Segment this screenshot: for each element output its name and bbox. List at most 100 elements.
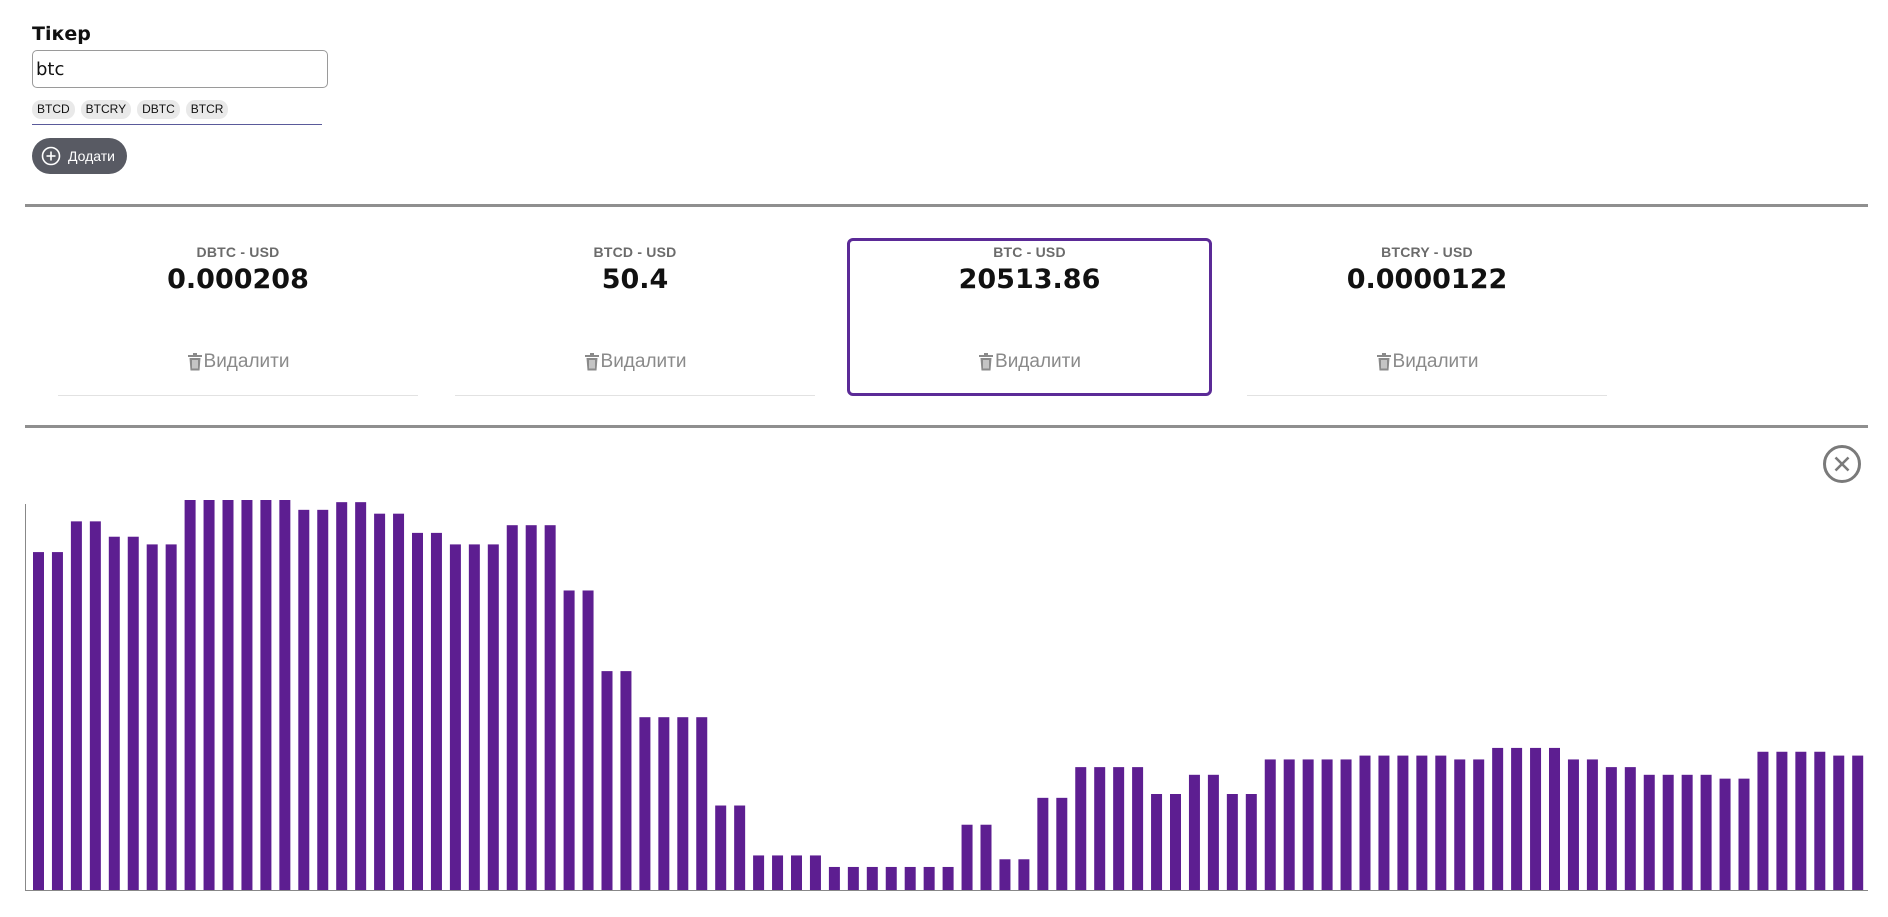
- chart-bar: [658, 717, 670, 890]
- chart-bar: [165, 544, 177, 890]
- chart-bar: [1567, 759, 1579, 890]
- chart-bar: [847, 866, 859, 890]
- chart-bar: [336, 502, 348, 890]
- suggestion-chip[interactable]: BTCD: [32, 100, 75, 119]
- chart-bar: [525, 525, 537, 890]
- chart-bar: [1359, 755, 1371, 890]
- chart-bar: [942, 866, 954, 890]
- chart-bar: [772, 855, 784, 890]
- chart-bar: [1530, 747, 1542, 890]
- ticker-price: 50.4: [601, 264, 669, 295]
- chart-bar: [260, 500, 272, 890]
- chart-bar: [1207, 774, 1219, 890]
- ticker-suggestions: BTCD BTCRY DBTC BTCR: [32, 100, 322, 122]
- chart-bar: [449, 544, 461, 890]
- delete-label: Видалити: [1392, 351, 1479, 372]
- chart-bar: [1795, 751, 1807, 890]
- ticker-pair: BTCRY - USD: [1381, 244, 1473, 260]
- chart-bar: [184, 500, 196, 890]
- chart-bar: [374, 513, 386, 890]
- delete-ticker-button[interactable]: Видалити: [58, 350, 418, 374]
- chart-bar: [1226, 794, 1238, 890]
- ticker-label: Тікер: [32, 23, 91, 45]
- chart-bar: [1018, 859, 1030, 890]
- chart-bar: [468, 544, 480, 890]
- chart-bar: [298, 509, 310, 890]
- ticker-card-btcd[interactable]: BTCD - USD 50.4 Видалити: [455, 238, 815, 396]
- chart-bar: [1605, 767, 1617, 890]
- crypto-ticker-page: Тікер BTCD BTCRY DBTC BTCR Додати DBTC -…: [0, 0, 1888, 917]
- ticker-pair: BTC - USD: [993, 244, 1066, 260]
- add-button-label: Додати: [68, 148, 115, 164]
- delete-ticker-button[interactable]: Видалити: [455, 350, 815, 374]
- chart-bar: [1662, 774, 1674, 890]
- plus-circle-icon: [41, 146, 61, 166]
- delete-ticker-button[interactable]: Видалити: [1247, 350, 1607, 374]
- chart-bar: [1321, 759, 1333, 890]
- chart-bar: [639, 717, 651, 890]
- ticker-input[interactable]: [32, 50, 328, 88]
- chart-bar: [1776, 751, 1788, 890]
- card-underline: [58, 395, 418, 396]
- chart-bar: [1511, 747, 1523, 890]
- chart-bar: [203, 500, 215, 890]
- chart-bar: [487, 544, 499, 890]
- chart-bar: [809, 855, 821, 890]
- section-divider: [25, 204, 1868, 207]
- chart-bar: [108, 536, 120, 890]
- price-chart-svg: [25, 500, 1868, 891]
- chart-bar: [1719, 778, 1731, 890]
- ticker-pair: BTCD - USD: [593, 244, 677, 260]
- chart-bar: [1075, 767, 1087, 890]
- delete-ticker-button[interactable]: Видалити: [850, 350, 1209, 374]
- ticker-price: 0.0000122: [1346, 264, 1508, 295]
- chart-bar: [980, 824, 992, 890]
- chart-bar: [412, 532, 423, 890]
- chart-bar: [1188, 774, 1200, 890]
- card-underline: [1247, 395, 1607, 396]
- chart-bar: [620, 671, 632, 890]
- chart-bar: [393, 513, 405, 890]
- chart-bar: [1056, 797, 1068, 890]
- chart-bar: [734, 805, 746, 890]
- chart-bar: [1700, 774, 1712, 890]
- chart-bar: [1397, 755, 1409, 890]
- chart-bar: [70, 521, 82, 890]
- close-chart-icon[interactable]: [1822, 444, 1862, 484]
- ticker-pair: DBTC - USD: [196, 244, 280, 260]
- chart-bar: [241, 500, 253, 890]
- chart-bar: [1037, 797, 1049, 890]
- chart-bar: [885, 866, 897, 890]
- chart-bar: [127, 536, 139, 890]
- delete-label: Видалити: [995, 351, 1081, 372]
- suggestion-chip[interactable]: BTCR: [185, 100, 229, 119]
- chart-bar: [563, 590, 575, 890]
- trash-icon: [1376, 353, 1391, 371]
- chart-bar: [1283, 759, 1295, 890]
- chart-bar: [1643, 774, 1655, 890]
- ticker-card-btc[interactable]: BTC - USD 20513.86 Видалити: [847, 238, 1212, 396]
- chart-bar: [1416, 755, 1428, 890]
- chart-bar: [753, 855, 765, 890]
- chart-bar: [1170, 794, 1181, 890]
- trash-icon: [187, 353, 202, 371]
- chart-bar: [1586, 759, 1598, 890]
- chart-bar: [1302, 759, 1314, 890]
- chart-bar: [1435, 755, 1447, 890]
- suggestion-chip[interactable]: BTCRY: [80, 100, 132, 119]
- section-divider: [25, 425, 1868, 428]
- chart-bar: [1264, 759, 1276, 890]
- ticker-card-btcry[interactable]: BTCRY - USD 0.0000122 Видалити: [1247, 238, 1607, 396]
- chart-bar: [33, 552, 44, 890]
- chart-bar: [222, 500, 234, 890]
- price-chart: [25, 500, 1868, 892]
- chart-bar: [866, 866, 878, 890]
- suggestion-chip[interactable]: DBTC: [137, 100, 180, 119]
- chart-bar: [1151, 794, 1163, 890]
- chart-bar: [582, 590, 594, 890]
- chart-bar: [430, 532, 442, 890]
- add-ticker-button[interactable]: Додати: [32, 138, 127, 174]
- ticker-card-dbtc[interactable]: DBTC - USD 0.000208 Видалити: [58, 238, 418, 396]
- chart-bar: [355, 502, 367, 890]
- chart-bar: [1624, 767, 1636, 890]
